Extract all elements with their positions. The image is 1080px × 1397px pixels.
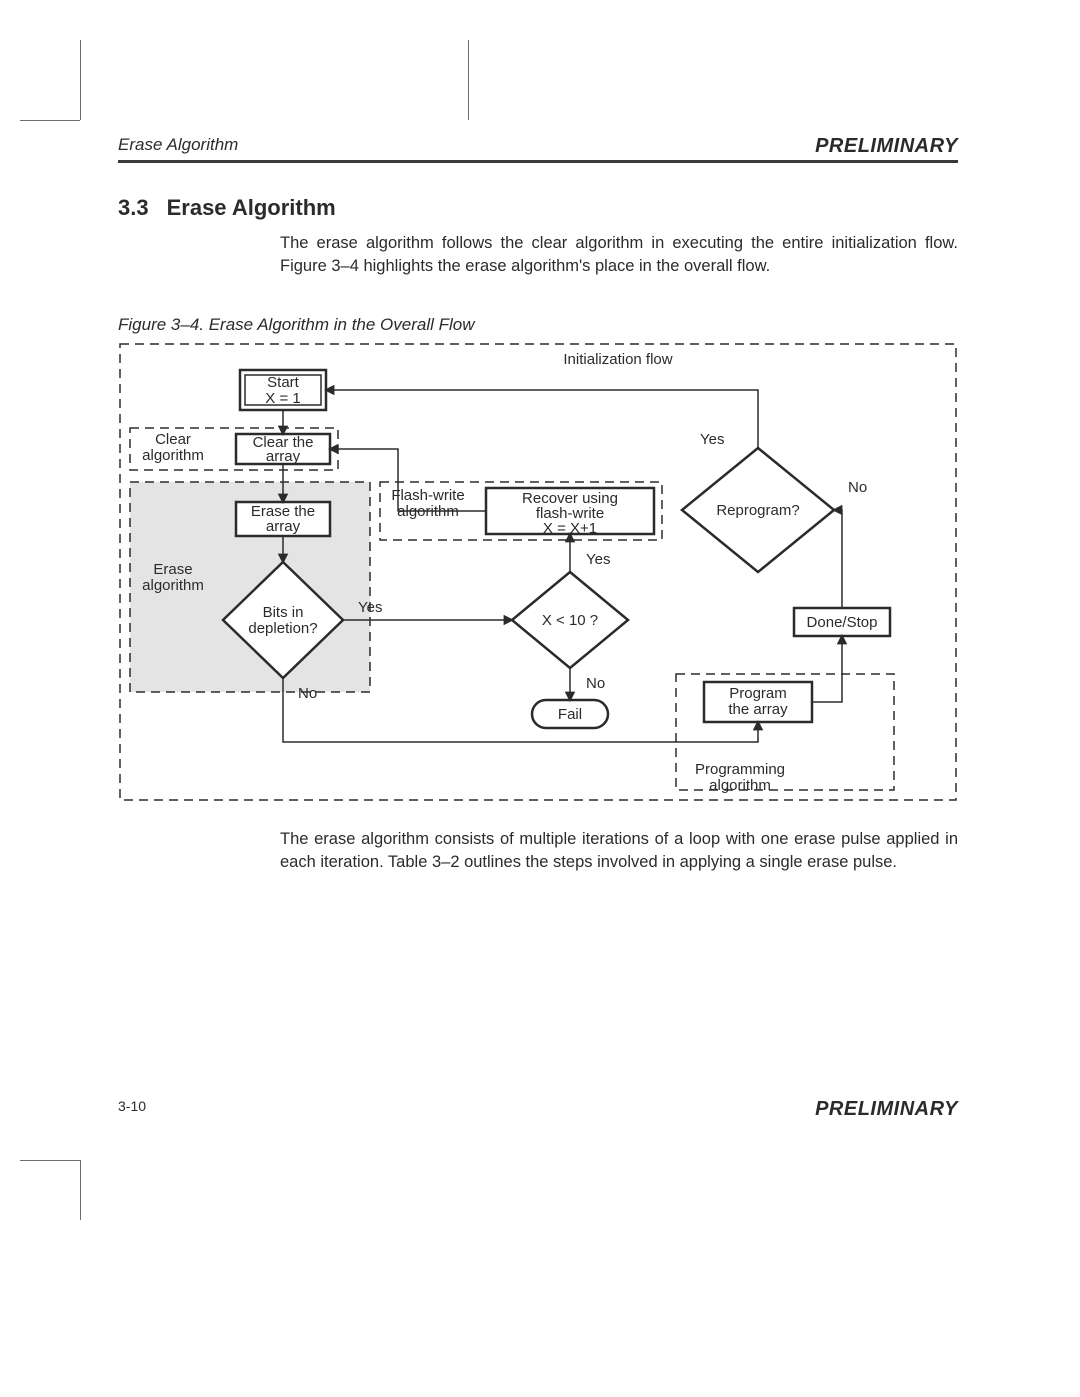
crop-mark [468,40,469,120]
svg-text:Clear: Clear [155,431,191,448]
svg-text:algorithm: algorithm [709,777,771,794]
svg-text:Programming: Programming [695,761,785,778]
svg-text:Flash-write: Flash-write [391,487,464,504]
intro-paragraph: The erase algorithm follows the clear al… [280,232,958,278]
svg-text:Done/Stop: Done/Stop [807,614,878,631]
svg-text:No: No [298,685,317,702]
svg-text:No: No [848,479,867,496]
svg-text:Fail: Fail [558,706,582,723]
svg-text:algorithm: algorithm [142,447,204,464]
svg-text:No: No [586,675,605,692]
svg-text:Start: Start [267,374,300,391]
svg-text:array: array [266,518,301,535]
header-rule [118,160,958,163]
svg-text:X < 10 ?: X < 10 ? [542,612,598,629]
svg-text:Bits in: Bits in [263,604,304,621]
svg-text:Erase: Erase [153,561,192,578]
page-number: 3-10 [118,1098,146,1114]
svg-text:algorithm: algorithm [142,577,204,594]
svg-text:Yes: Yes [586,551,610,568]
running-head-section: Erase Algorithm [118,135,238,155]
svg-text:Program: Program [729,685,787,702]
footer-status: PRELIMINARY [815,1098,958,1121]
svg-text:Yes: Yes [358,599,382,616]
crop-mark [80,1160,81,1220]
section-number: 3.3 [118,195,149,220]
running-head-status: PRELIMINARY [815,135,958,158]
crop-mark [80,40,81,120]
svg-text:Initialization flow: Initialization flow [563,351,672,368]
svg-text:Yes: Yes [700,431,724,448]
body-paragraph: The erase algorithm consists of multiple… [280,828,958,874]
section-title: Erase Algorithm [167,195,336,220]
crop-mark [20,1160,80,1161]
flowchart: Initialization flow Start X = 1 Clear al… [118,342,958,802]
crop-mark [20,120,80,121]
svg-text:the array: the array [728,701,788,718]
section-heading: 3.3 Erase Algorithm [118,195,336,221]
svg-text:X = 1: X = 1 [265,390,300,407]
svg-text:Reprogram?: Reprogram? [716,502,799,519]
figure-caption: Figure 3–4. Erase Algorithm in the Overa… [118,315,475,335]
svg-text:depletion?: depletion? [248,620,317,637]
svg-text:array: array [266,448,301,465]
